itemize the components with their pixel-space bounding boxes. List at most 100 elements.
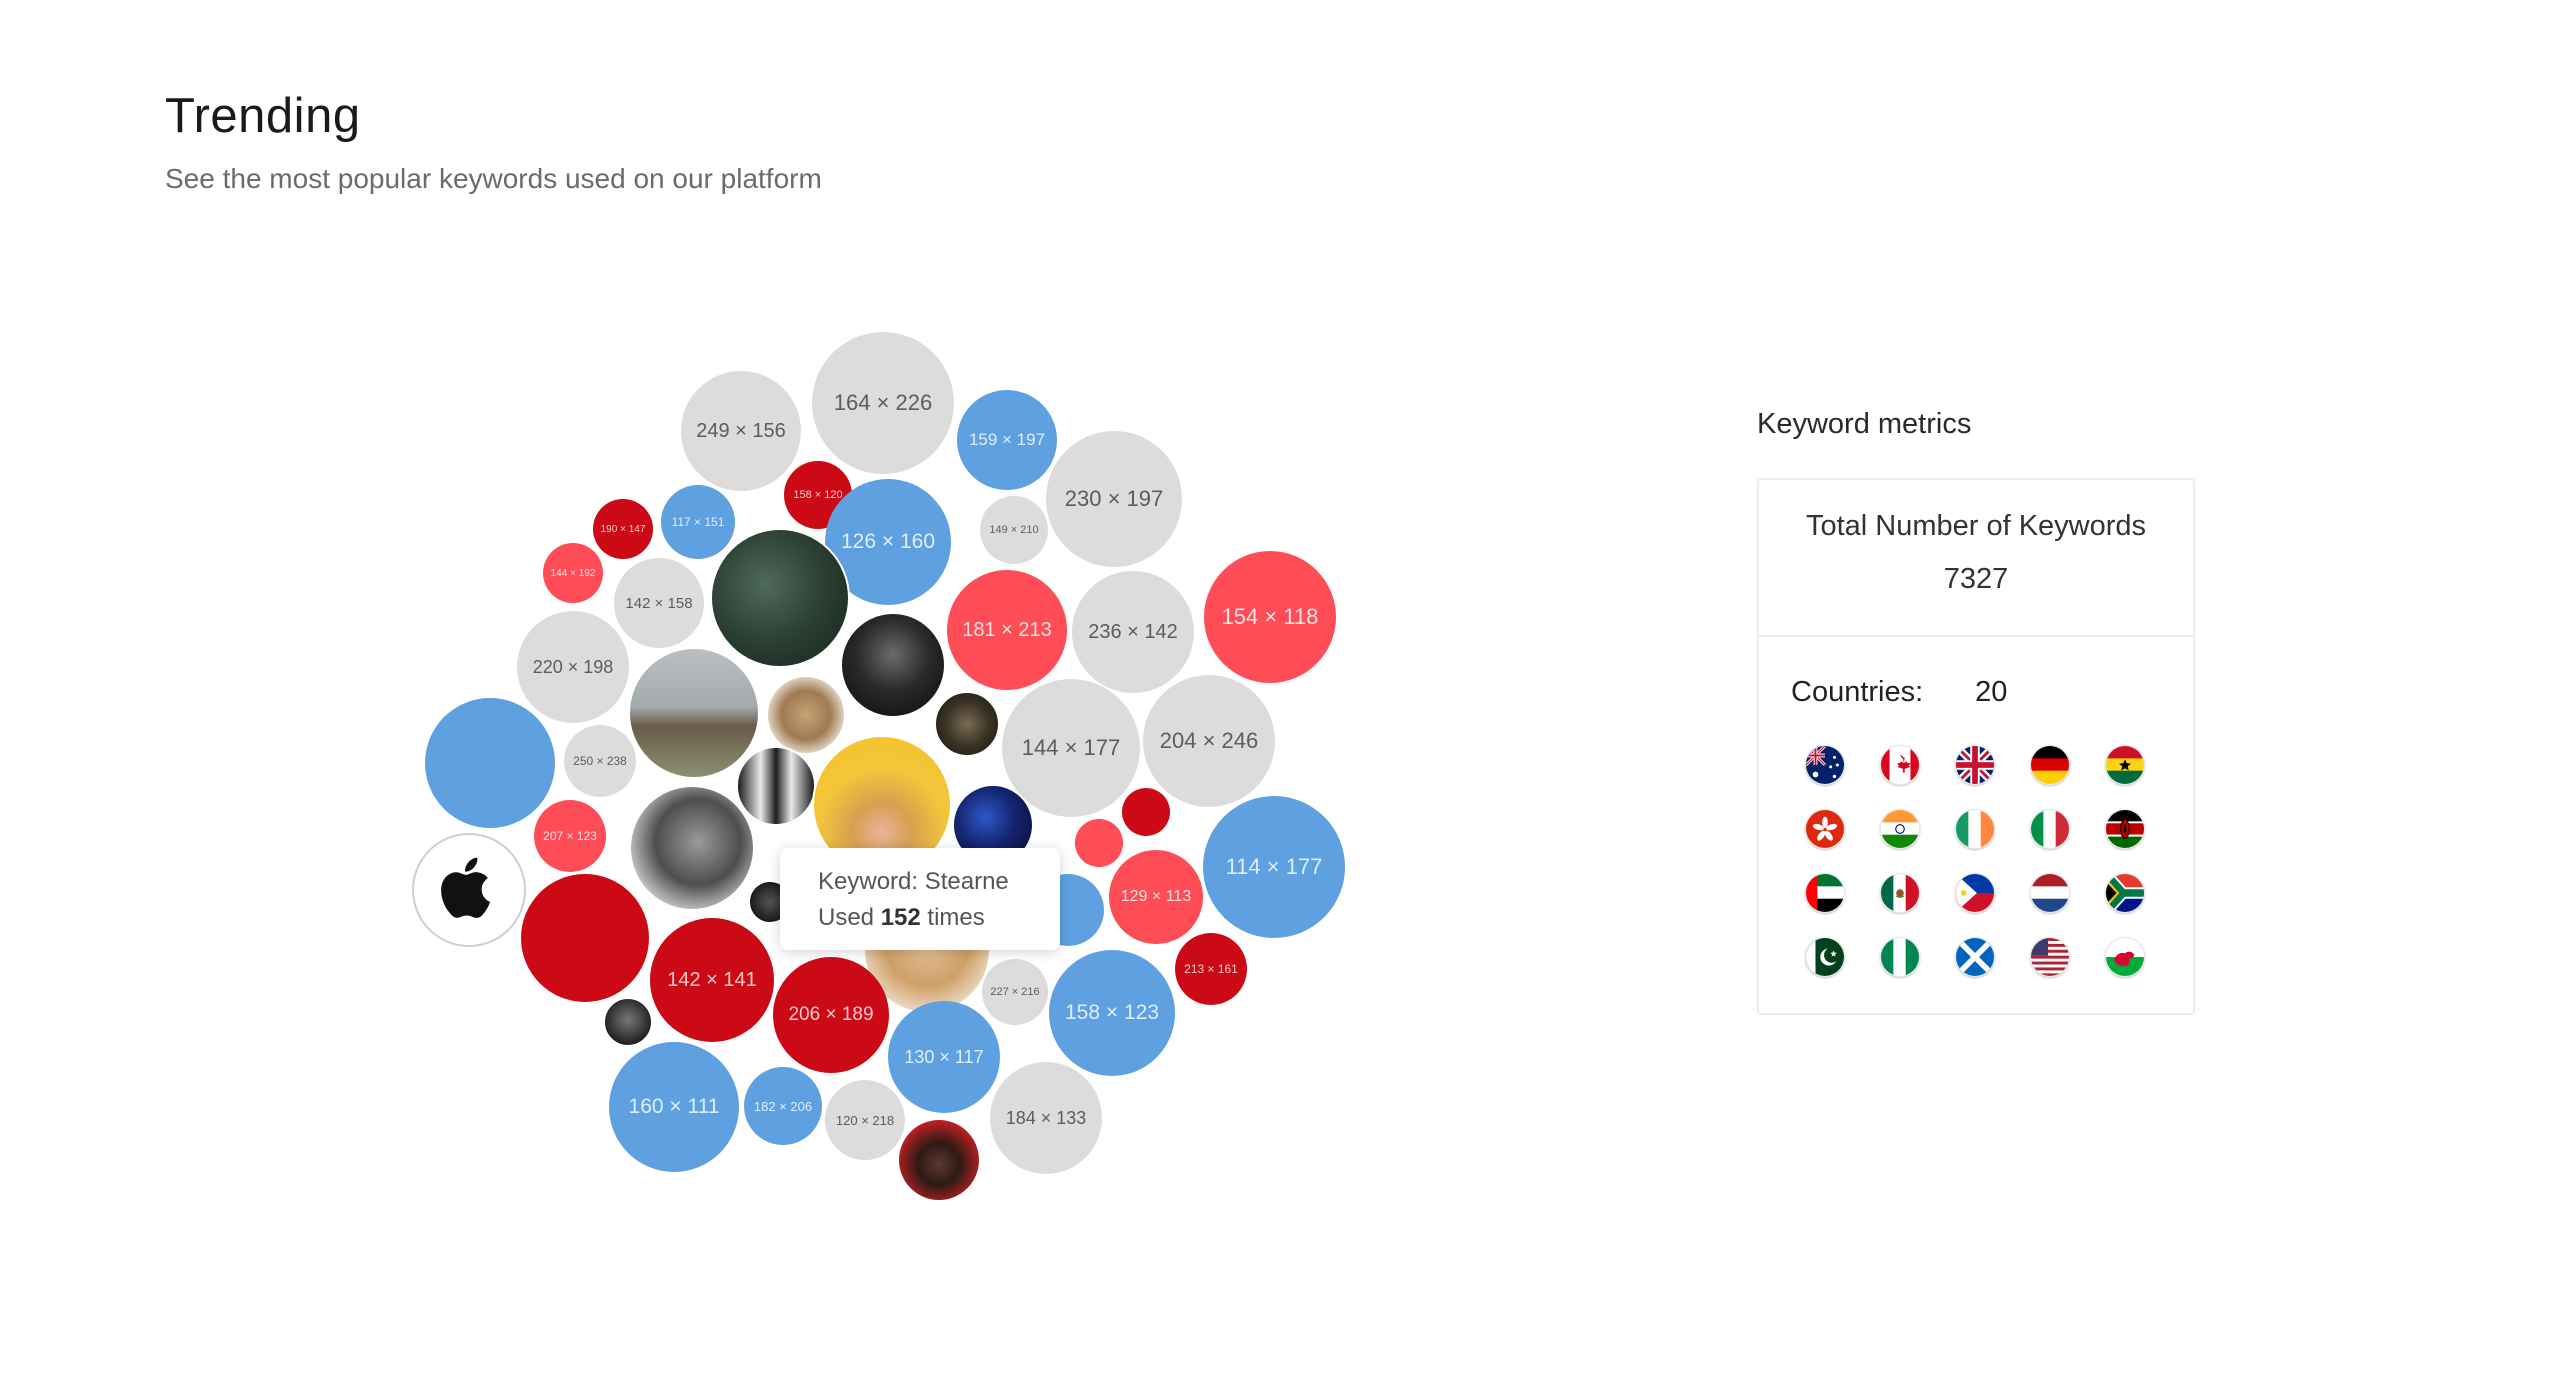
- keyword-bubble-chart: 249 × 156 164 × 226 159 × 197 230 × 197 158 …: [0, 0, 1500, 1386]
- keyword-bubble[interactable]: 204 × 246: [1143, 675, 1275, 807]
- keyword-bubble[interactable]: 184 × 133: [990, 1062, 1102, 1174]
- bubble-label: 213 × 161: [1184, 962, 1238, 976]
- country-flag-grid: [1805, 745, 2165, 977]
- bubble-label: 158 × 123: [1064, 1001, 1159, 1024]
- keyword-bubble[interactable]: 250 × 238: [564, 725, 636, 797]
- keyword-bubble[interactable]: 230 × 197: [1046, 431, 1182, 567]
- uk-flag-icon[interactable]: [1955, 745, 1995, 785]
- bubble-label: 204 × 246: [1159, 728, 1259, 753]
- total-keywords-label: Total Number of Keywords: [1805, 510, 2147, 542]
- bubble-label: 227 × 216: [990, 986, 1040, 998]
- wales-flag-icon[interactable]: [2105, 937, 2145, 977]
- tooltip-usage-line: Used 152 times: [818, 900, 1060, 936]
- bubble-label: 159 × 197: [968, 430, 1046, 449]
- canada-flag-icon[interactable]: [1880, 745, 1920, 785]
- bubble-label: 154 × 118: [1221, 604, 1319, 629]
- keyword-bubble[interactable]: 206 × 189: [773, 957, 889, 1073]
- ireland-flag-icon[interactable]: [1955, 809, 1995, 849]
- keyword-bubble-apple[interactable]: [412, 833, 526, 947]
- keyword-bubble[interactable]: 190 × 147: [593, 499, 653, 559]
- keyword-bubble-photo[interactable]: [766, 675, 846, 755]
- metrics-title: Keyword metrics: [1757, 408, 1972, 440]
- bubble-label: 250 × 238: [573, 754, 627, 768]
- italy-flag-icon[interactable]: [2030, 809, 2070, 849]
- keyword-bubble-photo[interactable]: [628, 647, 760, 779]
- south-africa-flag-icon[interactable]: [2105, 873, 2145, 913]
- keyword-bubble[interactable]: 142 × 158: [614, 558, 704, 648]
- keyword-bubble[interactable]: [425, 698, 555, 828]
- keyword-bubble[interactable]: 182 × 206: [744, 1067, 822, 1145]
- bubble-label: 207 × 123: [543, 829, 597, 843]
- total-keywords-value: 7327: [1943, 563, 2009, 595]
- keyword-tooltip: Keyword: Stearne Used 152 times: [780, 848, 1060, 950]
- australia-flag-icon[interactable]: [1805, 745, 1845, 785]
- apple-logo-icon: [433, 852, 504, 928]
- bubble-label: 220 × 198: [532, 656, 614, 677]
- keyword-bubble[interactable]: [521, 874, 649, 1002]
- keyword-bubble[interactable]: 207 × 123: [534, 800, 606, 872]
- keyword-bubble[interactable]: 130 × 117: [888, 1001, 1000, 1113]
- netherlands-flag-icon[interactable]: [2030, 873, 2070, 913]
- hong-kong-flag-icon[interactable]: [1805, 809, 1845, 849]
- keyword-bubble[interactable]: 159 × 197: [957, 390, 1057, 490]
- keyword-bubble[interactable]: 181 × 213: [947, 570, 1067, 690]
- keyword-bubble-photo[interactable]: [897, 1118, 981, 1202]
- keyword-bubble[interactable]: 120 × 218: [825, 1080, 905, 1160]
- keyword-bubble[interactable]: 117 × 151: [661, 485, 735, 559]
- bubble-label: 144 × 192: [550, 567, 596, 579]
- bubble-label: 117 × 151: [671, 515, 725, 529]
- keyword-bubble[interactable]: 236 × 142: [1072, 571, 1194, 693]
- bubble-label: 149 × 210: [989, 524, 1039, 536]
- bubble-label: 126 × 160: [840, 530, 935, 553]
- bubble-label: 182 × 206: [753, 1098, 813, 1114]
- nigeria-flag-icon[interactable]: [1880, 937, 1920, 977]
- tooltip-keyword-line: Keyword: Stearne: [818, 864, 1060, 900]
- keyword-bubble[interactable]: 249 × 156: [681, 371, 801, 491]
- keyword-bubble-photo[interactable]: [840, 612, 946, 718]
- uae-flag-icon[interactable]: [1805, 873, 1845, 913]
- keyword-bubble[interactable]: 149 × 210: [980, 496, 1048, 564]
- philippines-flag-icon[interactable]: [1955, 873, 1995, 913]
- keyword-bubble-photo[interactable]: [629, 785, 755, 911]
- pakistan-flag-icon[interactable]: [1805, 937, 1845, 977]
- mexico-flag-icon[interactable]: [1880, 873, 1920, 913]
- usa-flag-icon[interactable]: [2030, 937, 2070, 977]
- keyword-bubble-photo[interactable]: [934, 691, 1000, 757]
- countries-value: 20: [1975, 676, 2008, 708]
- keyword-bubble[interactable]: 227 × 216: [982, 959, 1048, 1025]
- tooltip-keyword: Stearne: [924, 868, 1009, 895]
- bubble-label: 230 × 197: [1064, 486, 1164, 511]
- metrics-card: Total Number of Keywords 7327 Countries:…: [1757, 478, 2195, 1015]
- bubble-label: 158 × 120: [793, 489, 843, 501]
- kenya-flag-icon[interactable]: [2105, 809, 2145, 849]
- scotland-flag-icon[interactable]: [1955, 937, 1995, 977]
- ghana-flag-icon[interactable]: [2105, 745, 2145, 785]
- keyword-bubble[interactable]: 213 × 161: [1175, 933, 1247, 1005]
- keyword-bubble[interactable]: 114 × 177: [1203, 796, 1345, 938]
- keyword-bubble-photo[interactable]: [603, 997, 653, 1047]
- bubble-label: 144 × 177: [1021, 735, 1121, 760]
- bubble-label: 160 × 111: [628, 1095, 720, 1118]
- keyword-bubble[interactable]: 154 × 118: [1204, 551, 1336, 683]
- bubble-label: 164 × 226: [833, 390, 933, 415]
- bubble-label: 130 × 117: [904, 1046, 984, 1067]
- countries-label: Countries:: [1791, 676, 1924, 708]
- countries-row: Countries: 20: [1791, 676, 2007, 709]
- germany-flag-icon[interactable]: [2030, 745, 2070, 785]
- india-flag-icon[interactable]: [1880, 809, 1920, 849]
- keyword-bubble[interactable]: 144 × 192: [543, 543, 603, 603]
- keyword-bubble[interactable]: 220 × 198: [517, 611, 629, 723]
- bubble-label: 142 × 141: [667, 968, 757, 991]
- keyword-bubble[interactable]: [1075, 819, 1123, 867]
- keyword-bubble-photo[interactable]: [710, 528, 850, 668]
- bubble-label: 181 × 213: [962, 618, 1052, 641]
- tooltip-used-prefix: Used: [818, 904, 875, 931]
- keyword-bubble[interactable]: [1122, 788, 1170, 836]
- keyword-bubble[interactable]: 164 × 226: [812, 332, 954, 474]
- keyword-bubble[interactable]: 142 × 141: [650, 918, 774, 1042]
- keyword-bubble-photo[interactable]: [736, 746, 816, 826]
- keyword-bubble[interactable]: 129 × 113: [1109, 850, 1203, 944]
- keyword-bubble[interactable]: 160 × 111: [609, 1042, 739, 1172]
- keyword-bubble[interactable]: 158 × 123: [1049, 950, 1175, 1076]
- bubble-label: 120 × 218: [835, 1112, 895, 1128]
